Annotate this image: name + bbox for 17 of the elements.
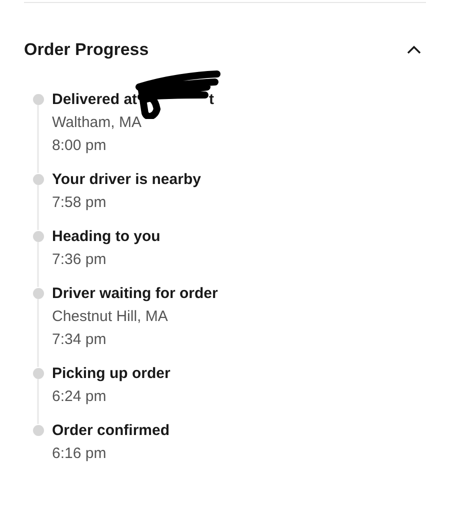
step-detail: 6:16 pm — [52, 444, 108, 464]
step-title: Order confirmed — [52, 420, 170, 440]
step-title: Heading to you — [52, 226, 160, 246]
step-title: Picking up order — [52, 364, 170, 384]
step-detail: Waltham, MA — [52, 112, 142, 132]
section-title: Order Progress — [24, 39, 149, 61]
step-detail: 6:24 pm — [52, 386, 108, 406]
step-detail: 7:36 pm — [52, 250, 108, 270]
step-title: Your driver is nearby — [52, 170, 201, 190]
step-detail: 7:34 pm — [52, 330, 108, 350]
chevron-icon — [407, 45, 421, 54]
step-title-end: t — [209, 90, 214, 110]
step-title: Driver waiting for order — [52, 284, 218, 304]
step-detail: Chestnut Hill, MA — [52, 306, 169, 326]
step-detail: 8:00 pm — [52, 136, 108, 156]
step-detail: 7:58 pm — [52, 192, 108, 212]
step-title: Delivered at — [52, 90, 138, 110]
